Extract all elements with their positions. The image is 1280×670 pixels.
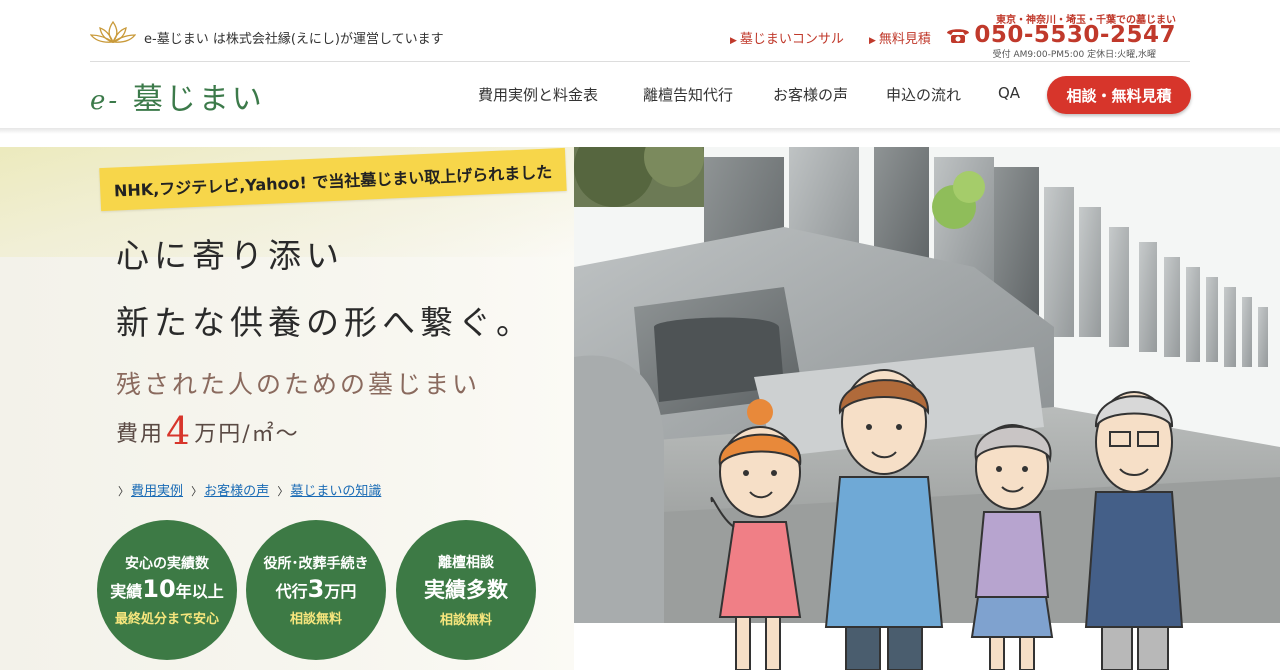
top-bar: e-墓じまい は株式会社縁(えにし)が運営しています ▶ 墓じまいコンサル ▶ 無料… xyxy=(90,15,1190,62)
circle-line-2-pre: 代行 xyxy=(275,582,308,601)
feature-circle-experience: 安心の実績数 実績10年以上 最終処分まで安心 xyxy=(97,520,237,660)
price-text: 費用4万円/㎡〜 xyxy=(116,409,300,453)
chevron-right-icon: 〉 xyxy=(118,485,129,498)
phone-icon xyxy=(947,29,970,43)
circle-line-1: 離檀相談 xyxy=(438,555,494,571)
hero-subtitle: 残された人のための墓じまい xyxy=(116,370,481,399)
catch-line-1: 心に寄り添い xyxy=(116,236,344,275)
circle-line-2: 実績10年以上 xyxy=(110,575,223,603)
business-hours: 受付 AM9:00-PM5:00 定休日:火曜,水曜 xyxy=(992,50,1156,60)
nav-item-cost-examples[interactable]: 費用実例と料金表 xyxy=(478,84,598,105)
circle-line-2-post: 万円 xyxy=(324,582,357,601)
circle-line-2: 代行3万円 xyxy=(276,575,357,603)
nav-item-ridan-notice[interactable]: 離檀告知代行 xyxy=(643,84,733,105)
header-divider xyxy=(90,61,1190,62)
link-knowledge[interactable]: 墓じまいの知識 xyxy=(290,484,381,499)
link-cost-examples[interactable]: 費用実例 xyxy=(131,484,183,499)
phone-number-link[interactable]: 050-5530-2547 xyxy=(945,22,1176,48)
logo-text: 墓じまい xyxy=(132,82,265,117)
circle-line-2-post: 年以上 xyxy=(175,582,224,601)
logo-prefix: e- xyxy=(90,86,121,116)
grandmother-character xyxy=(970,424,1054,670)
caret-right-icon: ▶ xyxy=(869,36,876,46)
chevron-right-icon: 〉 xyxy=(277,485,289,498)
circle-line-2-pre: 実績 xyxy=(110,582,143,601)
chevron-right-icon: 〉 xyxy=(191,485,203,498)
hero-section: NHK,フジテレビ,Yahoo! で当社墓じまい取上げられました 心に寄り添い … xyxy=(0,147,1280,670)
price-number: 4 xyxy=(166,409,193,453)
circle-line-2-big: 3 xyxy=(307,575,325,603)
link-customer-voices[interactable]: お客様の声 xyxy=(204,484,269,499)
hero-text-panel: NHK,フジテレビ,Yahoo! で当社墓じまい取上げられました 心に寄り添い … xyxy=(0,147,574,670)
feature-circle-procedures: 役所･改葬手続き 代行3万円 相談無料 xyxy=(246,520,386,660)
nav-item-customer-voices[interactable]: お客様の声 xyxy=(773,84,848,105)
caret-right-icon: ▶ xyxy=(730,36,737,46)
family-illustration xyxy=(710,369,1184,670)
feature-circle-ridan: 離檀相談 実績多数 相談無料 xyxy=(396,520,536,660)
circle-line-3: 相談無料 xyxy=(289,612,342,627)
nav-item-qa[interactable]: QA xyxy=(998,84,1020,102)
woman-character xyxy=(710,399,802,670)
phone-number: 050-5530-2547 xyxy=(974,22,1176,48)
operator-text: e-墓じまい は株式会社縁(えにし)が運営しています xyxy=(144,32,444,47)
grandfather-character xyxy=(1084,391,1184,670)
consult-link[interactable]: ▶ 墓じまいコンサル xyxy=(730,28,844,47)
man-character xyxy=(824,369,944,670)
free-estimate-link[interactable]: ▶ 無料見積 xyxy=(869,28,931,47)
hero-links: 〉費用実例 〉お客様の声 〉墓じまいの知識 xyxy=(118,480,385,499)
circle-line-1: 役所･改葬手続き xyxy=(263,556,369,572)
site-logo[interactable]: e- 墓じまい xyxy=(90,74,265,118)
nav-item-application-flow[interactable]: 申込の流れ xyxy=(886,84,961,105)
circle-line-3: 最終処分まで安心 xyxy=(114,612,219,627)
media-badge: NHK,フジテレビ,Yahoo! で当社墓じまい取上げられました xyxy=(99,147,567,212)
free-estimate-link-label: 無料見積 xyxy=(878,32,931,47)
circle-line-1: 安心の実績数 xyxy=(125,556,209,572)
consult-link-label: 墓じまいコンサル xyxy=(739,32,844,47)
circle-line-2-big: 10 xyxy=(142,575,176,603)
lotus-icon xyxy=(90,20,136,44)
header-shadow xyxy=(0,128,1280,134)
price-suffix: 万円/㎡〜 xyxy=(194,422,300,447)
consult-estimate-button[interactable]: 相談・無料見積 xyxy=(1047,76,1191,114)
catch-line-2: 新たな供養の形へ繋ぐ。 xyxy=(116,303,534,342)
circle-line-2-big: 実績多数 xyxy=(424,578,508,602)
price-prefix: 費用 xyxy=(116,422,165,447)
circle-line-3: 相談無料 xyxy=(439,613,492,628)
